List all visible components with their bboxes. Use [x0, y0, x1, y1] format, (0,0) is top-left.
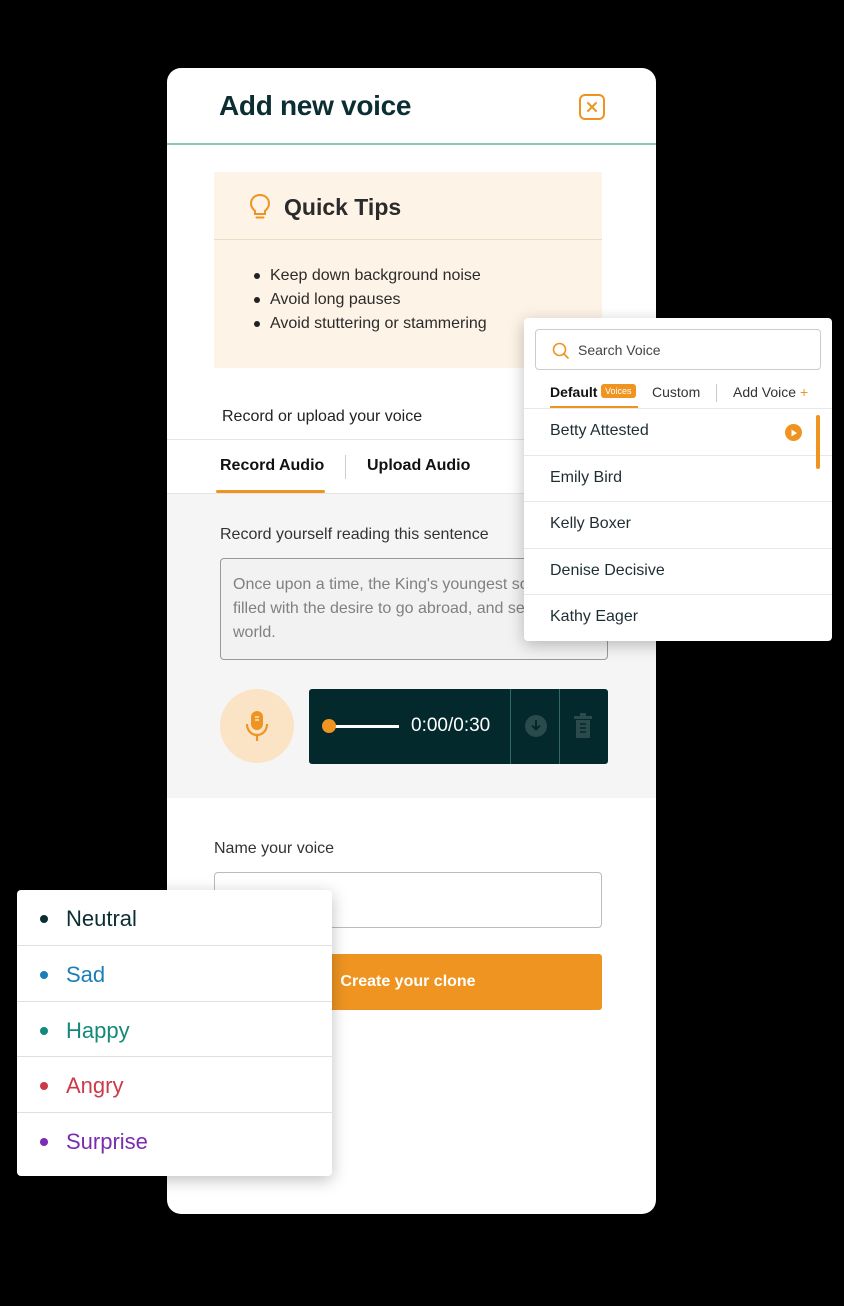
emotion-label: Surprise	[66, 1129, 148, 1155]
emotion-item-happy[interactable]: Happy	[17, 1002, 332, 1058]
lightbulb-icon	[249, 193, 271, 219]
player-time: 0:00/0:30	[411, 715, 491, 736]
emotion-dot	[40, 1138, 48, 1147]
voice-name: Kathy Eager	[550, 608, 639, 625]
emotion-item-surprise[interactable]: Surprise	[17, 1113, 332, 1169]
scrollbar[interactable]	[816, 415, 820, 469]
voice-name: Betty Attested	[550, 422, 649, 439]
record-prompt: Record yourself reading this sentence	[220, 526, 489, 543]
tab-custom[interactable]: Custom	[652, 384, 700, 400]
emotion-item-angry[interactable]: Angry	[17, 1057, 332, 1114]
trash-icon[interactable]	[573, 713, 593, 739]
voice-tabs: Default Voices Custom Add Voice +	[524, 380, 832, 409]
modal-title: Add new voice	[219, 90, 412, 121]
emotion-dot	[40, 970, 48, 979]
tip-item: Avoid stuttering or stammering	[254, 312, 487, 336]
active-tab-indicator	[216, 490, 325, 493]
microphone-icon	[245, 711, 269, 741]
search-icon	[552, 342, 569, 359]
tips-list: Keep down background noise Avoid long pa…	[254, 264, 487, 336]
voice-item[interactable]: Kelly Boxer	[524, 501, 832, 548]
play-icon	[791, 429, 797, 436]
emotion-dot	[40, 1082, 48, 1091]
progress-handle[interactable]	[322, 719, 336, 733]
voice-item[interactable]: Betty Attested	[524, 408, 832, 455]
emotion-panel: Neutral Sad Happy Angry Surprise	[17, 890, 332, 1176]
play-button[interactable]	[785, 424, 802, 441]
tab-upload-audio[interactable]: Upload Audio	[367, 457, 470, 475]
emotion-item-sad[interactable]: Sad	[17, 946, 332, 1002]
emotion-label: Sad	[66, 961, 106, 987]
tab-divider	[345, 455, 346, 479]
emotion-item-neutral[interactable]: Neutral	[17, 890, 332, 946]
plus-icon: +	[799, 384, 809, 400]
close-icon	[587, 102, 597, 112]
add-voice-button[interactable]: Add Voice +	[733, 384, 808, 400]
voice-name: Kelly Boxer	[550, 515, 631, 532]
search-voice-input[interactable]: Search Voice	[535, 329, 821, 370]
voices-badge: Voices	[601, 384, 636, 398]
emotion-label: Happy	[66, 1017, 130, 1043]
modal-header: Add new voice	[167, 68, 656, 145]
emotion-dot	[40, 915, 48, 923]
tip-item: Avoid long pauses	[254, 288, 487, 312]
voice-name: Denise Decisive	[550, 561, 665, 579]
voice-selector-panel: Search Voice Default Voices Custom Add V…	[524, 318, 832, 641]
tab-default[interactable]: Default	[550, 384, 597, 400]
download-icon[interactable]	[524, 714, 548, 738]
emotion-label: Angry	[66, 1073, 124, 1099]
record-button[interactable]	[220, 689, 294, 763]
voice-item[interactable]: Emily Bird	[524, 454, 832, 502]
tip-item: Keep down background noise	[254, 264, 487, 288]
name-label: Name your voice	[214, 840, 335, 857]
search-placeholder: Search Voice	[578, 342, 661, 358]
emotion-label: Neutral	[66, 906, 137, 931]
close-button[interactable]	[579, 94, 605, 120]
progress-track[interactable]	[329, 725, 399, 728]
voice-name: Emily Bird	[550, 468, 623, 486]
record-label: Record or upload your voice	[222, 408, 423, 425]
tips-title: Quick Tips	[284, 194, 402, 220]
voice-list: Betty Attested Emily Bird Kelly Boxer De…	[524, 408, 832, 641]
voice-item[interactable]: Denise Decisive	[524, 547, 832, 595]
tab-record-audio[interactable]: Record Audio	[220, 457, 324, 475]
audio-player: 0:00/0:30	[309, 689, 608, 764]
voice-item[interactable]: Kathy Eager	[524, 594, 832, 641]
emotion-dot	[40, 1026, 48, 1035]
